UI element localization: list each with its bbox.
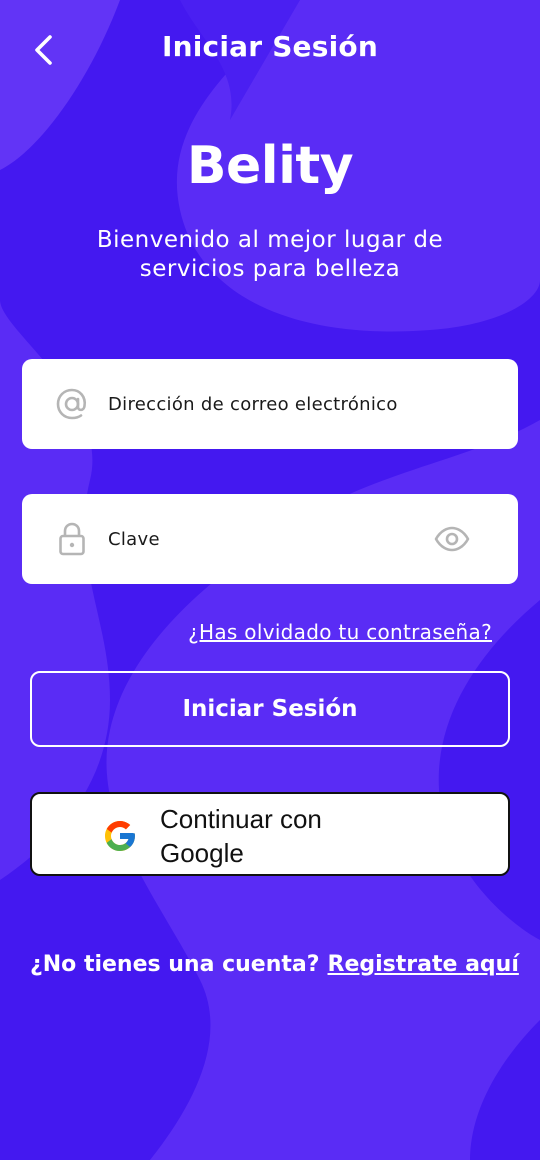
forgot-password-link[interactable]: ¿Has olvidado tu contraseña? (188, 620, 492, 644)
email-input[interactable] (106, 392, 430, 416)
password-input[interactable] (106, 527, 430, 551)
google-button-label: Continuar con Google (160, 804, 322, 868)
welcome-tagline: Bienvenido al mejor lugar de servicios p… (96, 227, 444, 282)
eye-icon (434, 526, 470, 552)
register-link[interactable]: Registrate aquí (328, 952, 519, 977)
signup-row: ¿No tienes una cuenta? Registrate aquí (30, 952, 520, 977)
google-signin-button[interactable]: Continuar con Google (30, 792, 510, 876)
password-field[interactable] (22, 494, 518, 584)
signup-prompt: ¿No tienes una cuenta? (30, 952, 320, 977)
login-button[interactable]: Iniciar Sesión (30, 671, 510, 747)
login-button-label: Iniciar Sesión (182, 696, 358, 722)
email-field[interactable] (22, 359, 518, 449)
toggle-password-visibility-button[interactable] (432, 521, 472, 557)
brand-logo-text: Belity (186, 136, 354, 196)
lock-icon (54, 521, 90, 557)
at-sign-icon (54, 386, 90, 422)
page-title: Iniciar Sesión (162, 30, 378, 63)
google-logo-icon (105, 821, 135, 851)
